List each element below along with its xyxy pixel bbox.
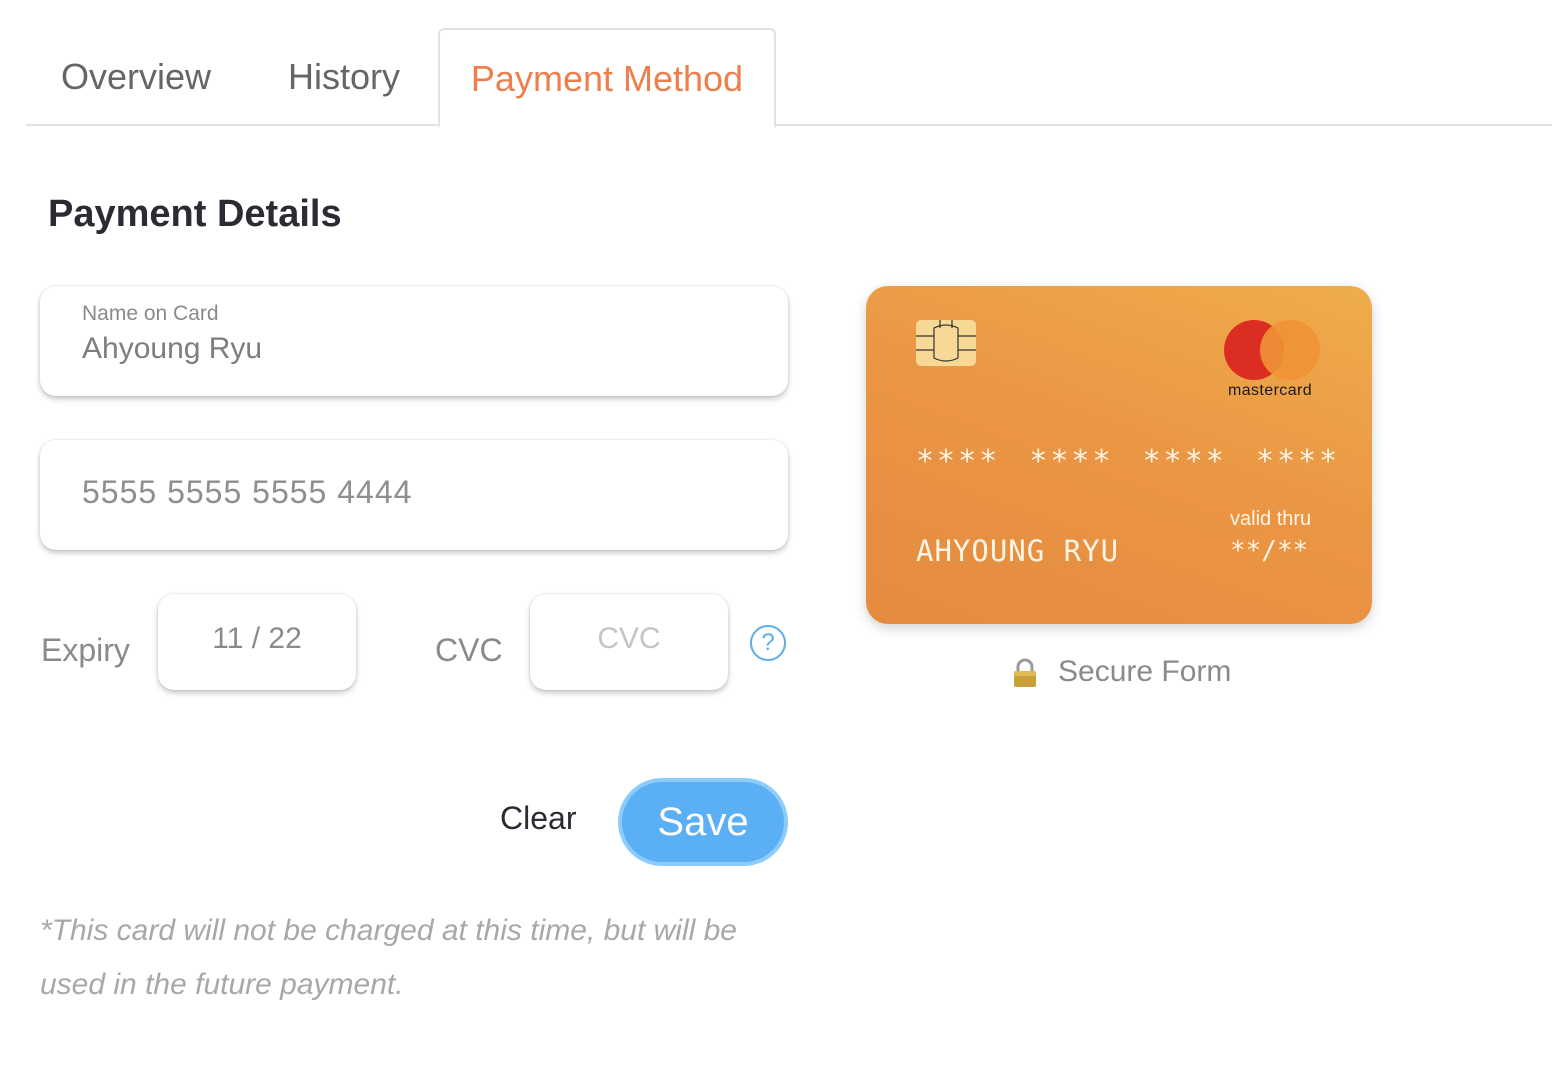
lock-icon	[1012, 658, 1038, 688]
cvc-label: CVC	[435, 632, 503, 668]
credit-card-preview: mastercard **** **** **** **** AHYOUNG R…	[866, 286, 1372, 624]
mastercard-logo-icon	[1222, 320, 1322, 380]
valid-thru-value: **/**	[1230, 536, 1309, 566]
charge-note: *This card will not be charged at this t…	[40, 914, 737, 1001]
card-number-field[interactable]: 5555 5555 5555 4444	[40, 440, 788, 550]
card-holder-name: AHYOUNG RYU	[916, 534, 1120, 568]
card-chip-icon	[916, 320, 976, 366]
expiry-label: Expiry	[41, 632, 130, 668]
tab-bar: Overview History Payment Method	[26, 28, 1552, 128]
card-number-value[interactable]: 5555 5555 5555 4444	[82, 474, 412, 511]
secure-form-label: Secure Form	[1058, 655, 1232, 688]
tab-payment-method[interactable]: Payment Method	[438, 28, 776, 128]
help-icon[interactable]: ?	[750, 625, 786, 661]
name-on-card-value[interactable]: Ahyoung Ryu	[82, 332, 262, 366]
expiry-field[interactable]: 11 / 22	[158, 594, 356, 690]
section-title: Payment Details	[48, 193, 342, 235]
save-button[interactable]: Save	[618, 778, 788, 866]
expiry-value[interactable]: 11 / 22	[158, 622, 356, 656]
clear-button[interactable]: Clear	[500, 800, 576, 837]
name-on-card-label: Name on Card	[82, 302, 219, 325]
valid-thru-label: valid thru	[1230, 508, 1312, 530]
tab-history[interactable]: History	[284, 28, 404, 126]
card-masked-number: **** **** **** ****	[916, 444, 1341, 479]
tab-overview[interactable]: Overview	[60, 28, 212, 126]
cvc-placeholder[interactable]: CVC	[530, 622, 728, 656]
cvc-field[interactable]: CVC	[530, 594, 728, 690]
mastercard-wordmark: mastercard	[1228, 382, 1313, 399]
name-on-card-field[interactable]: Name on Card Ahyoung Ryu	[40, 286, 788, 396]
